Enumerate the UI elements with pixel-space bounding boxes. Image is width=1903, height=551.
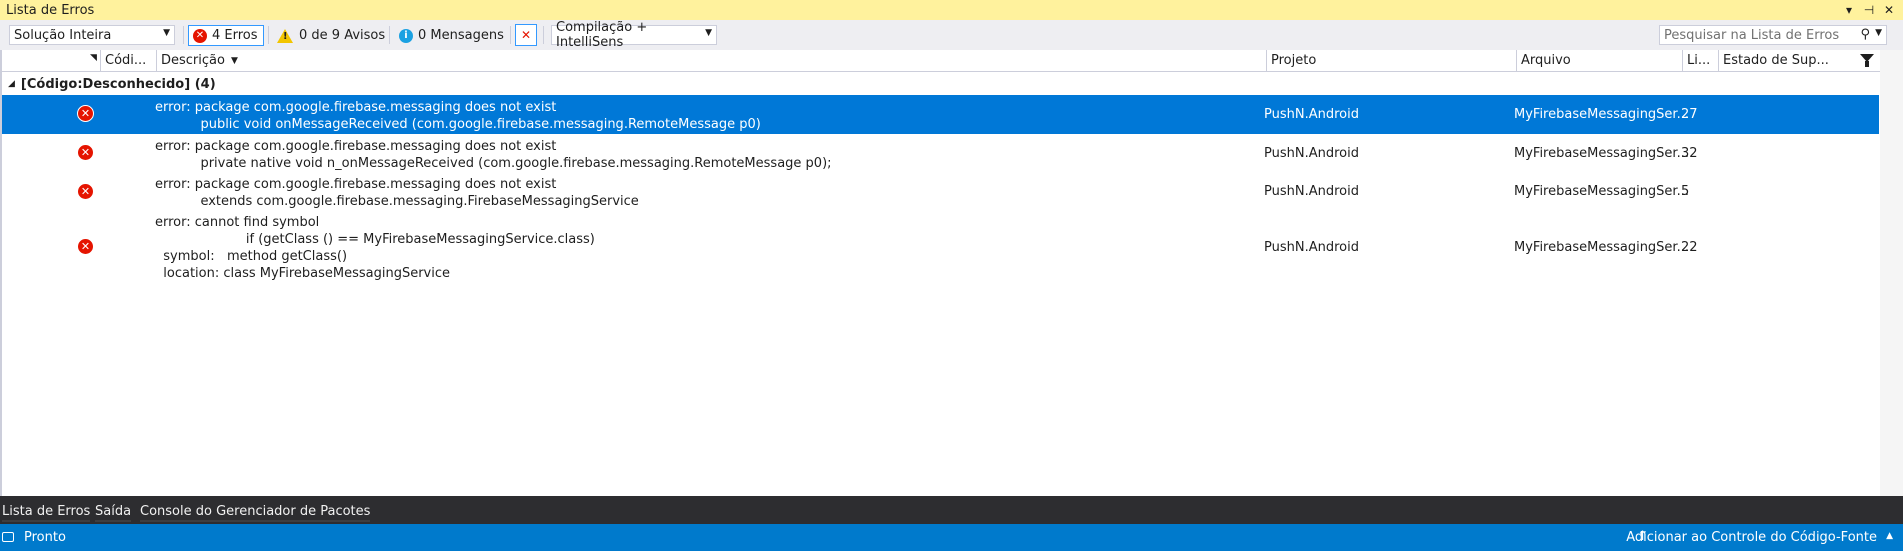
error-line: 5 <box>1681 184 1690 199</box>
filter-icon[interactable] <box>1860 54 1874 67</box>
chevron-down-icon: ▼ <box>163 28 170 38</box>
error-icon: ✕ <box>193 28 207 43</box>
sort-descending-icon: ▼ <box>230 55 238 66</box>
separator <box>510 26 511 44</box>
error-project: PushN.Android <box>1264 184 1359 199</box>
errors-filter-button[interactable]: ✕ 4 Erros <box>188 25 264 46</box>
error-line: 27 <box>1681 107 1698 122</box>
tab-package-manager-console[interactable]: Console do Gerenciador de Pacotes <box>140 500 371 522</box>
column-code[interactable]: Códi... <box>100 50 156 71</box>
status-text: Pronto <box>24 530 66 545</box>
info-icon: i <box>399 28 413 43</box>
column-suppression-state-label: Estado de Sup... <box>1723 53 1829 68</box>
error-file: MyFirebaseMessagingSer... <box>1514 107 1689 122</box>
error-file: MyFirebaseMessagingSer... <box>1514 146 1689 161</box>
bottom-tab-strip: Lista de Erros Saída Console do Gerencia… <box>0 496 1903 524</box>
warnings-filter-button[interactable]: 0 de 9 Avisos <box>273 25 389 46</box>
messages-label: 0 Mensagens <box>418 28 504 43</box>
column-file-label: Arquivo <box>1521 53 1571 68</box>
column-line-label: Li... <box>1687 53 1711 68</box>
chevron-down-icon[interactable]: ▾ <box>1843 3 1855 17</box>
separator <box>183 26 184 44</box>
column-project[interactable]: Projeto <box>1266 50 1516 71</box>
column-project-label: Projeto <box>1271 53 1317 68</box>
error-icon: ✕ <box>77 144 94 161</box>
tab-error-list[interactable]: Lista de Erros <box>2 500 91 522</box>
search-icon: ⚲ <box>1860 27 1870 42</box>
separator <box>389 26 390 44</box>
tab-output-label: Saída <box>95 503 132 519</box>
collapse-triangle-icon[interactable]: ◢ <box>8 79 15 89</box>
column-suppression-state[interactable]: Estado de Sup... <box>1718 50 1880 71</box>
warning-icon <box>277 28 293 43</box>
separator <box>543 26 544 44</box>
chevron-down-icon[interactable]: ▼ <box>1875 28 1882 38</box>
status-bar: Pronto ↑ Adicionar ao Controle do Código… <box>0 524 1903 551</box>
titlebar-buttons: ▾ ⊣ ✕ <box>1843 0 1895 20</box>
separator <box>268 26 269 44</box>
column-resize-grip[interactable]: ◥ <box>72 50 100 71</box>
scope-value: Solução Inteira <box>14 27 112 43</box>
chevron-up-icon[interactable]: ▲ <box>1886 531 1893 541</box>
error-row[interactable]: ✕ error: package com.google.firebase.mes… <box>2 134 1879 172</box>
tab-output[interactable]: Saída <box>95 500 132 522</box>
error-project: PushN.Android <box>1264 240 1359 255</box>
error-row[interactable]: ✕ error: package com.google.firebase.mes… <box>2 95 1879 134</box>
error-line: 22 <box>1681 240 1698 255</box>
error-icon: ✕ <box>77 183 94 200</box>
group-label: [Código:Desconhecido] (4) <box>20 76 216 92</box>
message-icon <box>2 532 14 542</box>
tool-window-titlebar: Lista de Erros ▾ ⊣ ✕ <box>0 0 1903 20</box>
error-row[interactable]: ✕ error: cannot find symbol if (getClass… <box>2 210 1879 285</box>
add-to-source-control-button[interactable]: Adicionar ao Controle do Código-Fonte <box>1626 530 1877 545</box>
error-description: error: package com.google.firebase.messa… <box>155 139 832 171</box>
vertical-scrollbar-track[interactable] <box>1880 50 1903 496</box>
tab-underline <box>140 520 371 522</box>
messages-filter-button[interactable]: i 0 Mensagens <box>395 25 508 46</box>
search-input[interactable]: Pesquisar na Lista de Erros ⚲ ▼ <box>1659 25 1887 45</box>
corner-grip-icon: ◥ <box>90 52 97 63</box>
tab-package-manager-console-label: Console do Gerenciador de Pacotes <box>140 503 371 519</box>
column-file[interactable]: Arquivo <box>1516 50 1682 71</box>
column-code-label: Códi... <box>105 53 147 68</box>
error-file: MyFirebaseMessagingSer... <box>1514 240 1689 255</box>
scope-dropdown[interactable]: Solução Inteira ▼ <box>9 25 175 45</box>
search-placeholder: Pesquisar na Lista de Erros <box>1664 27 1840 43</box>
error-description: error: cannot find symbol if (getClass (… <box>155 215 595 281</box>
warnings-label: 0 de 9 Avisos <box>299 28 386 43</box>
clear-filter-icon[interactable]: ✕ <box>515 24 537 46</box>
tab-underline <box>95 520 132 522</box>
error-project: PushN.Android <box>1264 107 1359 122</box>
close-icon[interactable]: ✕ <box>1883 3 1895 17</box>
tab-underline <box>2 520 91 522</box>
error-project: PushN.Android <box>1264 146 1359 161</box>
error-line: 32 <box>1681 146 1698 161</box>
build-source-value: Compilação + IntelliSens <box>556 20 648 50</box>
column-header: ◥ Códi... Descrição ▼ Projeto Arquivo Li… <box>0 50 1880 72</box>
error-list-toolbar: Solução Inteira ▼ ✕ 4 Erros 0 de 9 Aviso… <box>0 20 1903 51</box>
error-icon: ✕ <box>77 238 94 255</box>
error-file: MyFirebaseMessagingSer... <box>1514 184 1689 199</box>
column-description-label: Descrição <box>161 53 225 68</box>
left-border <box>0 50 2 496</box>
column-line[interactable]: Li... <box>1682 50 1718 71</box>
error-row[interactable]: ✕ error: package com.google.firebase.mes… <box>2 172 1879 210</box>
window-title: Lista de Erros <box>6 2 95 18</box>
chevron-down-icon: ▼ <box>705 28 712 38</box>
errors-label: 4 Erros <box>212 28 258 43</box>
error-description: error: package com.google.firebase.messa… <box>155 100 761 132</box>
pin-icon[interactable]: ⊣ <box>1863 3 1875 17</box>
build-source-dropdown[interactable]: Compilação + IntelliSens ▼ <box>551 20 717 50</box>
group-header[interactable]: ◢ [Código:Desconhecido] (4) <box>0 73 1880 95</box>
column-description[interactable]: Descrição ▼ <box>156 50 1266 71</box>
error-icon: ✕ <box>77 105 94 122</box>
tab-error-list-label: Lista de Erros <box>2 503 91 519</box>
error-description: error: package com.google.firebase.messa… <box>155 177 639 209</box>
